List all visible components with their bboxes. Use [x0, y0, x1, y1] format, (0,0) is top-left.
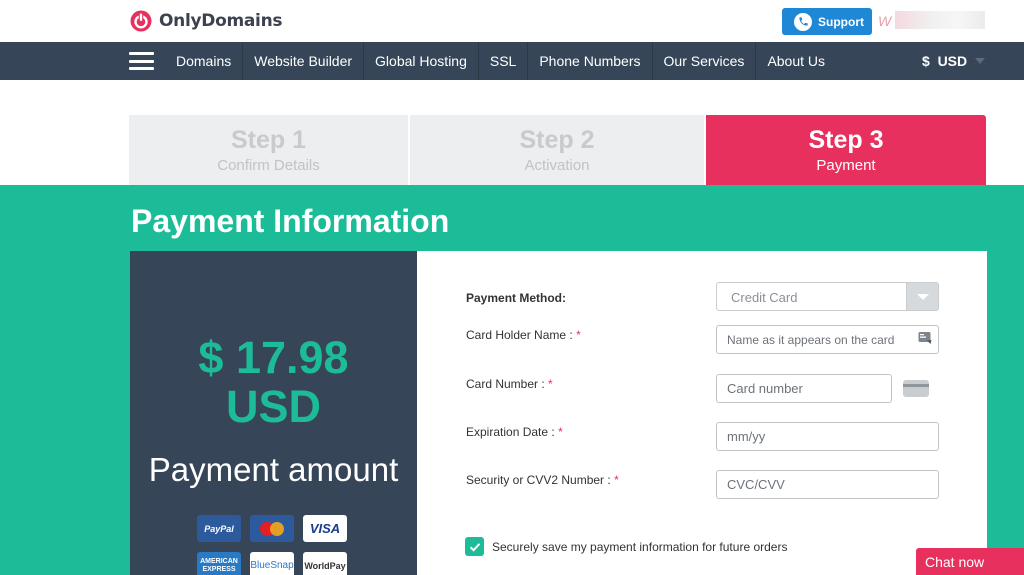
card-holder-label: Card Holder Name : *: [466, 328, 581, 342]
power-logo-icon: [130, 10, 152, 32]
expiration-date-label-text: Expiration Date :: [466, 425, 555, 439]
amex-line1: AMERICAN: [200, 557, 238, 565]
card-holder-label-text: Card Holder Name :: [466, 328, 573, 342]
currency-label: $ USD: [922, 53, 968, 69]
step-title: Step 3: [808, 126, 884, 154]
nav-item-domains[interactable]: Domains: [165, 42, 242, 80]
payment-form: Payment Method: Credit Card Card Holder …: [417, 251, 987, 575]
logo[interactable]: OnlyDomains: [129, 9, 282, 33]
page-title: Payment Information: [131, 203, 450, 239]
checkmark-icon: [469, 542, 480, 552]
step-2: Step 2 Activation: [410, 115, 704, 185]
mastercard-logo: [250, 515, 294, 542]
nav-item-global-hosting[interactable]: Global Hosting: [363, 42, 478, 80]
expiration-date-label: Expiration Date : *: [466, 425, 563, 439]
cvv-label-text: Security or CVV2 Number :: [466, 473, 611, 487]
chat-now-button[interactable]: Chat now: [916, 548, 1024, 575]
amount-value: $ 17.98 USD: [130, 333, 417, 431]
currency-selector[interactable]: $ USD: [922, 42, 986, 80]
amount-currency: USD: [225, 381, 321, 432]
chevron-down-icon[interactable]: [906, 283, 938, 310]
payment-method-label: Payment Method:: [466, 291, 567, 305]
menu-icon[interactable]: [129, 52, 154, 70]
top-bar: OnlyDomains Support W: [0, 0, 1024, 42]
step-title: Step 2: [519, 126, 595, 154]
save-payment-checkbox[interactable]: [465, 537, 484, 556]
card-holder-input[interactable]: [716, 325, 939, 354]
nav-item-about-us[interactable]: About Us: [755, 42, 836, 80]
required-mark: *: [576, 328, 581, 342]
paypal-logo: PayPal: [197, 515, 241, 542]
nav-items: Domains Website Builder Global Hosting S…: [165, 42, 836, 80]
payment-method-select[interactable]: Credit Card: [716, 282, 939, 311]
step-3: Step 3 Payment: [706, 115, 986, 185]
visa-logo: VISA: [303, 515, 347, 542]
worldpay-logo: WorldPay: [303, 552, 347, 575]
checkout-steps: Step 1 Confirm Details Step 2 Activation…: [129, 115, 986, 185]
contact-card-icon: [918, 332, 932, 344]
expiration-date-input[interactable]: [716, 422, 939, 451]
amount-panel: $ 17.98 USD Payment amount PayPal VISA A…: [130, 251, 417, 575]
nav-item-phone-numbers[interactable]: Phone Numbers: [527, 42, 651, 80]
phone-icon: [794, 12, 812, 31]
user-name-partial[interactable]: W: [878, 13, 891, 29]
main-nav: Domains Website Builder Global Hosting S…: [0, 42, 1024, 80]
amount-price: $ 17.98: [198, 332, 349, 383]
step-subtitle: Payment: [816, 157, 876, 174]
card-number-input[interactable]: [716, 374, 892, 403]
nav-item-website-builder[interactable]: Website Builder: [242, 42, 363, 80]
save-payment-label[interactable]: Securely save my payment information for…: [492, 540, 787, 554]
blurred-user-area: [895, 11, 985, 29]
required-mark: *: [558, 425, 563, 439]
credit-card-icon: [903, 380, 929, 397]
step-subtitle: Confirm Details: [217, 157, 320, 174]
amex-line2: EXPRESS: [202, 565, 236, 573]
card-number-label-text: Card Number :: [466, 377, 545, 391]
card-number-label: Card Number : *: [466, 377, 553, 391]
amex-logo: AMERICAN EXPRESS: [197, 552, 241, 575]
step-1: Step 1 Confirm Details: [129, 115, 408, 185]
chevron-down-icon: [975, 58, 986, 64]
logo-text: OnlyDomains: [159, 11, 283, 31]
payment-method-value: Credit Card: [731, 290, 798, 305]
required-mark: *: [614, 473, 619, 487]
step-subtitle: Activation: [524, 157, 590, 174]
cvv-input[interactable]: [716, 470, 939, 499]
required-mark: *: [548, 377, 553, 391]
nav-item-ssl[interactable]: SSL: [477, 42, 527, 80]
support-button[interactable]: Support: [782, 8, 872, 35]
support-label: Support: [818, 14, 864, 29]
cvv-label: Security or CVV2 Number : *: [466, 473, 619, 487]
amount-label: Payment amount: [148, 451, 399, 488]
step-title: Step 1: [230, 126, 307, 154]
nav-item-our-services[interactable]: Our Services: [651, 42, 756, 80]
bluesnap-logo: BlueSnap: [250, 552, 294, 575]
